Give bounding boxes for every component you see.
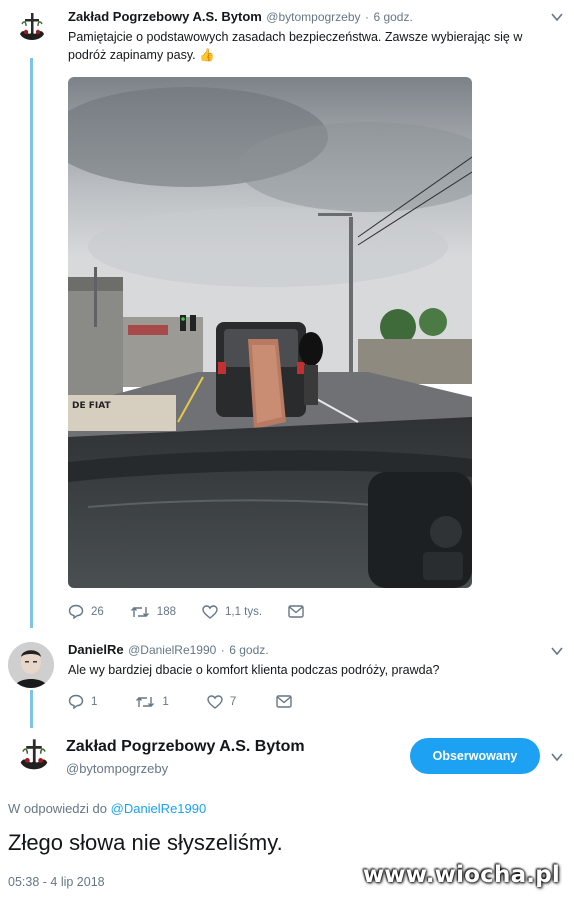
- author-name[interactable]: DanielRe: [68, 642, 124, 657]
- chevron-down-icon[interactable]: [550, 750, 564, 764]
- reply-to-prefix: W odpowiedzi do: [8, 801, 107, 816]
- retweet-icon: [130, 606, 149, 617]
- chevron-down-icon[interactable]: [550, 644, 564, 658]
- reply-count: 1: [91, 695, 98, 708]
- avatar[interactable]: [8, 642, 54, 688]
- envelope-icon: [276, 695, 292, 708]
- funeral-crest-icon: [20, 13, 44, 40]
- reply-button[interactable]: 26: [68, 604, 104, 619]
- tweet-text-line-1: Pamiętajcie o podstawowych zasadach bezp…: [68, 30, 523, 44]
- separator-dot: ·: [364, 10, 369, 24]
- separator-dot: ·: [220, 643, 225, 657]
- tweet-text-line-2-content: podróż zapinamy pasy.: [68, 48, 196, 62]
- author-handle[interactable]: @bytompogrzeby: [266, 10, 360, 24]
- heart-icon: [202, 604, 218, 619]
- hearse-photo: DE FIAT: [68, 77, 472, 588]
- tweet-2-header: DanielRe @DanielRe1990 · 6 godz.: [68, 641, 269, 659]
- tweet-timestamp[interactable]: 05:38 - 4 lip 2018: [8, 875, 105, 889]
- tweet-time[interactable]: 6 godz.: [373, 10, 412, 24]
- avatar[interactable]: [14, 10, 50, 46]
- retweet-count: 188: [156, 605, 176, 618]
- reply-icon: [68, 604, 84, 619]
- like-button[interactable]: 1,1 tys.: [202, 604, 263, 619]
- tweet-photo[interactable]: DE FIAT: [68, 77, 472, 588]
- author-name[interactable]: Zakład Pogrzebowy A.S. Bytom: [66, 738, 305, 756]
- author-name[interactable]: Zakład Pogrzebowy A.S. Bytom: [68, 9, 262, 24]
- dashboard-sign-text: DE FIAT: [72, 401, 112, 411]
- avatar[interactable]: [14, 736, 54, 776]
- retweet-button[interactable]: 1: [135, 695, 169, 709]
- reply-to-handle-link[interactable]: @DanielRe1990: [111, 801, 207, 816]
- tweet-text: Ale wy bardziej dbacie o komfort klienta…: [68, 663, 440, 677]
- retweet-button[interactable]: 188: [130, 605, 176, 619]
- like-count: 7: [229, 695, 237, 708]
- author-handle[interactable]: @DanielRe1990: [128, 643, 216, 657]
- thumbs-up-emoji-icon: 👍: [199, 47, 215, 62]
- tweet-2[interactable]: DanielRe @DanielRe1990 · 6 godz. Ale wy …: [0, 630, 574, 728]
- tweet-1-actions: 26 188 1,1 tys.: [68, 604, 337, 619]
- tweet-2-actions: 1 1 7: [68, 694, 325, 709]
- user-photo-icon: [8, 642, 54, 688]
- chevron-down-icon[interactable]: [550, 10, 564, 24]
- reply-count: 26: [91, 605, 104, 618]
- site-watermark: www.wiocha.pl: [362, 862, 560, 888]
- follow-button[interactable]: Obserwowany: [410, 738, 540, 774]
- reply-button[interactable]: 1: [68, 694, 97, 709]
- envelope-icon: [288, 605, 304, 618]
- tweet-1-header: Zakład Pogrzebowy A.S. Bytom @bytompogrz…: [68, 8, 413, 26]
- tweet-text: Złego słowa nie słyszeliśmy.: [8, 830, 283, 855]
- tweet-1-body: Pamiętajcie o podstawowych zasadach bezp…: [68, 28, 563, 64]
- reply-icon: [68, 694, 84, 709]
- tweet-1[interactable]: Zakład Pogrzebowy A.S. Bytom @bytompogrz…: [0, 0, 574, 630]
- tweet-text-line-2: podróż zapinamy pasy. 👍: [68, 46, 563, 64]
- message-button[interactable]: [276, 695, 299, 708]
- tweet-time[interactable]: 6 godz.: [229, 643, 268, 657]
- like-count: 1,1 tys.: [224, 605, 263, 618]
- retweet-icon: [136, 696, 155, 707]
- message-button[interactable]: [288, 605, 311, 618]
- retweet-count: 1: [162, 695, 169, 708]
- reply-to-line: W odpowiedzi do @DanielRe1990: [8, 801, 206, 816]
- funeral-crest-icon: [20, 739, 48, 770]
- heart-icon: [207, 694, 223, 709]
- author-handle[interactable]: @bytompogrzeby: [66, 761, 168, 776]
- like-button[interactable]: 7: [207, 694, 237, 709]
